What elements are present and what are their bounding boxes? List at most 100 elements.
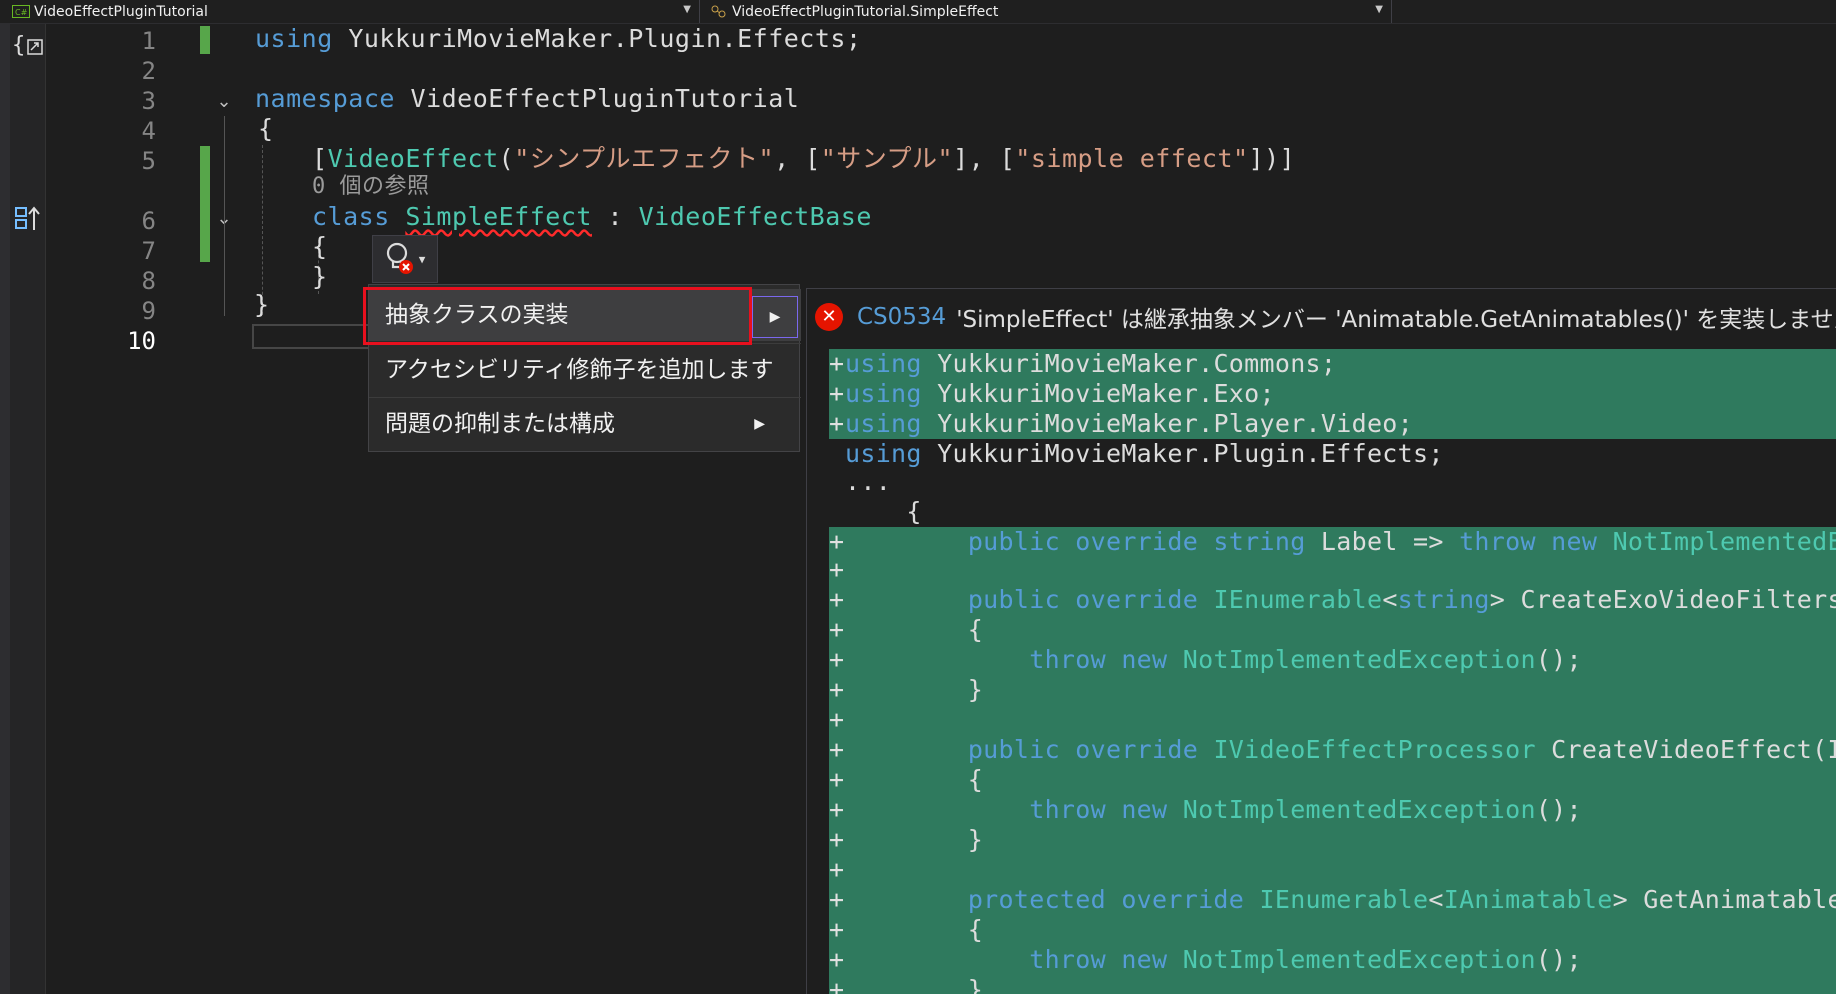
base-class-name[interactable]: VideoEffectBase	[639, 202, 872, 231]
diff-added-line: +using YukkuriMovieMaker.Player.Video;	[829, 409, 1836, 439]
diff-added-line: + throw new NotImplementedException();	[829, 795, 1836, 825]
project-dropdown[interactable]: C# VideoEffectPluginTutorial ▼	[0, 0, 700, 23]
type-name: NotImplementedException	[1167, 795, 1536, 824]
editor-outer-margin	[0, 24, 10, 994]
diff-marker: +	[829, 379, 845, 408]
type-name: IEnumerable	[1244, 885, 1429, 914]
diff-added-line: + protected override IEnumerable<IAnimat…	[829, 885, 1836, 915]
code-line-6[interactable]: class SimpleEffect : VideoEffectBase	[312, 202, 872, 232]
diff-marker: +	[829, 645, 845, 674]
diff-added-line: +	[829, 705, 1836, 735]
diff-marker: +	[829, 527, 845, 556]
code-text: CreateVideoEffect(IGraphicsDevicesAndCon…	[1551, 735, 1836, 764]
fold-chevron-icon[interactable]: ⌄	[212, 90, 236, 114]
line-number: 3	[141, 87, 156, 115]
diff-marker: +	[829, 555, 845, 584]
class-icon	[711, 5, 726, 18]
chevron-down-icon: ▼	[1375, 4, 1383, 15]
code-line-1[interactable]: using YukkuriMovieMaker.Plugin.Effects;	[255, 24, 862, 54]
diff-marker: +	[829, 765, 845, 794]
change-indicator	[200, 146, 210, 262]
keyword: using	[845, 439, 922, 468]
submenu-expand-button[interactable]: ▶	[752, 296, 798, 338]
diff-added-line: +using YukkuriMovieMaker.Commons;	[829, 349, 1836, 379]
chevron-right-icon: ▶	[769, 309, 781, 325]
string-literal: "simple effect"	[1015, 144, 1249, 173]
diff-added-line: +	[829, 555, 1836, 585]
code-line-8[interactable]: }	[312, 262, 328, 292]
error-message: 'SimpleEffect' は継承抽象メンバー 'Animatable.Get…	[956, 307, 1836, 333]
diff-added-line: + }	[829, 975, 1836, 994]
code-text: ])]	[1248, 144, 1296, 173]
diff-marker: +	[829, 705, 845, 734]
code-line-7[interactable]: {	[312, 232, 328, 262]
diff-added-line: + public override string Label => throw …	[829, 527, 1836, 557]
keyword: using	[255, 24, 333, 53]
type-name: IAnimatable	[1443, 885, 1613, 914]
type-name: NotImplementedException();	[1612, 527, 1836, 556]
keyword: string	[1397, 585, 1490, 614]
diff-marker: +	[829, 945, 845, 974]
diff-marker: +	[829, 585, 845, 614]
current-line-number: 10	[127, 327, 156, 355]
diff-added-line: + }	[829, 675, 1836, 705]
diff-added-line: + throw new NotImplementedException();	[829, 645, 1836, 675]
error-code[interactable]: CS0534	[857, 304, 946, 330]
code-text: }	[845, 675, 984, 704]
string-literal: "サンプル"	[820, 144, 954, 173]
member-name: VideoEffectPluginTutorial.SimpleEffect	[732, 3, 999, 20]
codelens-references[interactable]: 0 個の参照	[312, 172, 430, 202]
class-name-with-error[interactable]: SimpleEffect	[405, 202, 592, 231]
diagnostic-header: ✕ CS0534 'SimpleEffect' は継承抽象メンバー 'Anima…	[807, 289, 1836, 345]
code-line-4[interactable]: {	[258, 114, 274, 144]
code-text: ...	[845, 467, 892, 496]
diff-marker: +	[829, 825, 845, 854]
diff-added-line: + throw new NotImplementedException();	[829, 945, 1836, 975]
code-line-3[interactable]: namespace VideoEffectPluginTutorial	[255, 84, 799, 114]
diff-marker: +	[829, 409, 845, 438]
attribute-name: VideoEffect	[327, 144, 499, 173]
diff-added-line: + {	[829, 915, 1836, 945]
svg-text:C#: C#	[15, 8, 28, 17]
keyword: using	[845, 349, 922, 378]
code-text: }	[845, 825, 984, 854]
code-text: :	[591, 202, 639, 231]
code-text: [	[312, 144, 328, 173]
diff-marker: +	[829, 349, 845, 378]
keyword: throw new	[1459, 527, 1598, 556]
diff-marker: +	[829, 915, 845, 944]
chevron-down-icon: ▼	[418, 252, 426, 266]
code-text: ();	[1535, 645, 1582, 674]
menu-item-suppress-or-configure[interactable]: 問題の抑制または構成 ▶	[369, 397, 801, 449]
line-number: 2	[141, 57, 156, 85]
type-name: IEnumerable	[1198, 585, 1383, 614]
navigation-bar: C# VideoEffectPluginTutorial ▼ VideoEffe…	[0, 0, 1836, 24]
diff-marker	[829, 467, 845, 497]
diff-marker: +	[829, 975, 845, 994]
diff-marker: +	[829, 615, 845, 644]
code-line-9[interactable]: }	[254, 290, 270, 320]
diff-added-line: +using YukkuriMovieMaker.Exo;	[829, 379, 1836, 409]
inheritance-glyph-icon[interactable]	[14, 204, 44, 234]
change-indicator	[200, 26, 210, 54]
code-text: <	[1428, 885, 1444, 914]
code-text: , [	[774, 144, 821, 173]
code-text: YukkuriMovieMaker.Plugin.Effects;	[921, 439, 1444, 468]
string-literal: "シンプルエフェクト"	[514, 144, 775, 173]
error-icon: ✕	[815, 303, 843, 331]
line-number: 8	[141, 267, 156, 295]
keyword: using	[845, 409, 922, 438]
code-line-5[interactable]: [VideoEffect("シンプルエフェクト", ["サンプル"], ["si…	[312, 144, 1295, 174]
lightbulb-button[interactable]: ▼	[372, 235, 438, 283]
keyword: throw new	[1029, 795, 1168, 824]
menu-item-add-accessibility-modifier[interactable]: アクセシビリティ修飾子を追加します	[369, 343, 801, 395]
member-dropdown[interactable]: VideoEffectPluginTutorial.SimpleEffect ▼	[702, 0, 1392, 23]
code-snippet-icon[interactable]: {	[12, 30, 46, 60]
type-name: IVideoEffectProcessor	[1198, 735, 1536, 764]
diff-added-line: + public override IEnumerable<string> Cr…	[829, 585, 1836, 615]
diff-added-line: +	[829, 855, 1836, 885]
code-text: {	[845, 915, 984, 944]
